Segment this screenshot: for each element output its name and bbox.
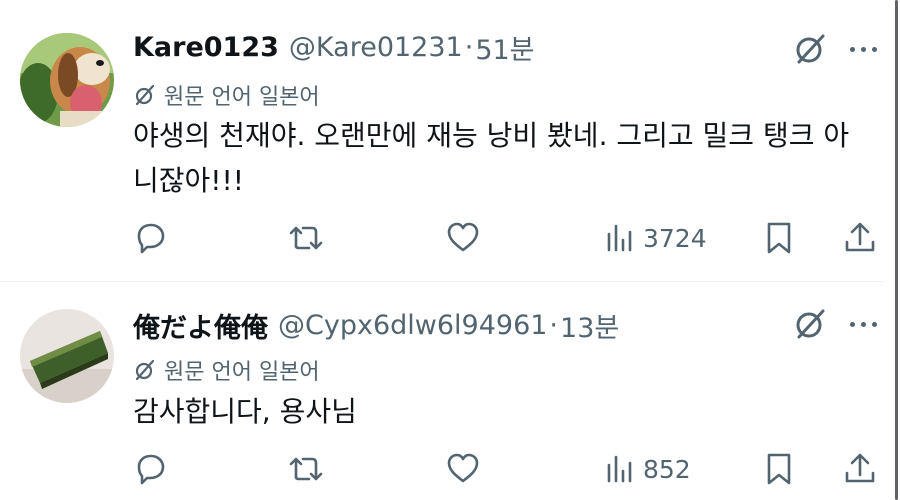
- reply-button[interactable]: [133, 218, 169, 258]
- share-button[interactable]: [843, 449, 877, 489]
- retweet-button[interactable]: [287, 449, 325, 489]
- timestamp[interactable]: 51분: [475, 28, 534, 67]
- avatar[interactable]: [20, 309, 114, 403]
- like-button[interactable]: [445, 218, 481, 258]
- grok-icon: [135, 359, 155, 381]
- reply-icon: [137, 223, 165, 254]
- like-icon: [447, 453, 479, 483]
- translation-label: 원문 언어 일본어: [164, 360, 320, 385]
- translation-notice[interactable]: 원문 언어 일본어: [134, 355, 320, 385]
- tweet-text: 야생의 천재야. 오랜만에 재능 낭비 봤네. 그리고 밀크 탱크 아니잖아!!…: [133, 119, 850, 197]
- like-button[interactable]: [445, 449, 481, 489]
- scrollbar[interactable]: [895, 0, 898, 500]
- reply-icon: [137, 454, 165, 485]
- grok-icon[interactable]: [793, 307, 827, 341]
- views-icon: [607, 224, 632, 252]
- share-icon: [845, 453, 875, 483]
- bookmark-button[interactable]: [763, 449, 795, 489]
- like-icon: [447, 222, 479, 252]
- bookmark-icon: [767, 222, 791, 254]
- share-button[interactable]: [843, 218, 877, 258]
- grok-icon: [135, 84, 155, 106]
- view-count: 3724: [643, 223, 707, 253]
- retweet-button[interactable]: [287, 218, 325, 258]
- translation-notice[interactable]: 원문 언어 일본어: [134, 80, 320, 110]
- display-name[interactable]: Kare0123: [133, 32, 279, 63]
- share-icon: [845, 222, 875, 252]
- more-icon[interactable]: [850, 319, 880, 329]
- tweet-text: 감사합니다, 용사님: [133, 395, 357, 428]
- reply-button[interactable]: [133, 449, 169, 489]
- view-count: 852: [643, 454, 691, 484]
- separator: ·: [549, 309, 559, 341]
- bookmark-button[interactable]: [763, 218, 795, 258]
- more-icon[interactable]: [850, 44, 880, 54]
- translation-label: 원문 언어 일본어: [164, 85, 320, 110]
- action-bar: 852: [133, 449, 883, 489]
- display-name[interactable]: 俺だよ俺俺: [133, 306, 268, 345]
- timestamp[interactable]: 13분: [560, 306, 619, 345]
- views-button[interactable]: 852: [605, 449, 691, 489]
- tweet-header: Kare0123 @Kare01231 · 51분: [133, 27, 535, 67]
- user-handle[interactable]: @Kare01231: [289, 32, 463, 63]
- views-button[interactable]: 3724: [605, 218, 707, 258]
- grok-icon[interactable]: [793, 32, 827, 66]
- retweet-icon: [289, 457, 323, 481]
- user-handle[interactable]: @Cypx6dlw6l94961: [278, 310, 547, 341]
- tweet[interactable]: 俺だよ俺俺 @Cypx6dlw6l94961 · 13분 원문 언어 일본어 감…: [0, 283, 884, 500]
- retweet-icon: [289, 226, 323, 250]
- separator: ·: [464, 31, 474, 63]
- tweet[interactable]: Kare0123 @Kare01231 · 51분 원문 언어 일본어 야생의 …: [0, 0, 884, 282]
- views-icon: [607, 455, 632, 483]
- bookmark-icon: [767, 453, 791, 485]
- divider: [0, 281, 884, 282]
- action-bar: 3724: [133, 218, 883, 258]
- avatar[interactable]: [20, 33, 114, 127]
- tweet-header: 俺だよ俺俺 @Cypx6dlw6l94961 · 13분: [133, 305, 619, 345]
